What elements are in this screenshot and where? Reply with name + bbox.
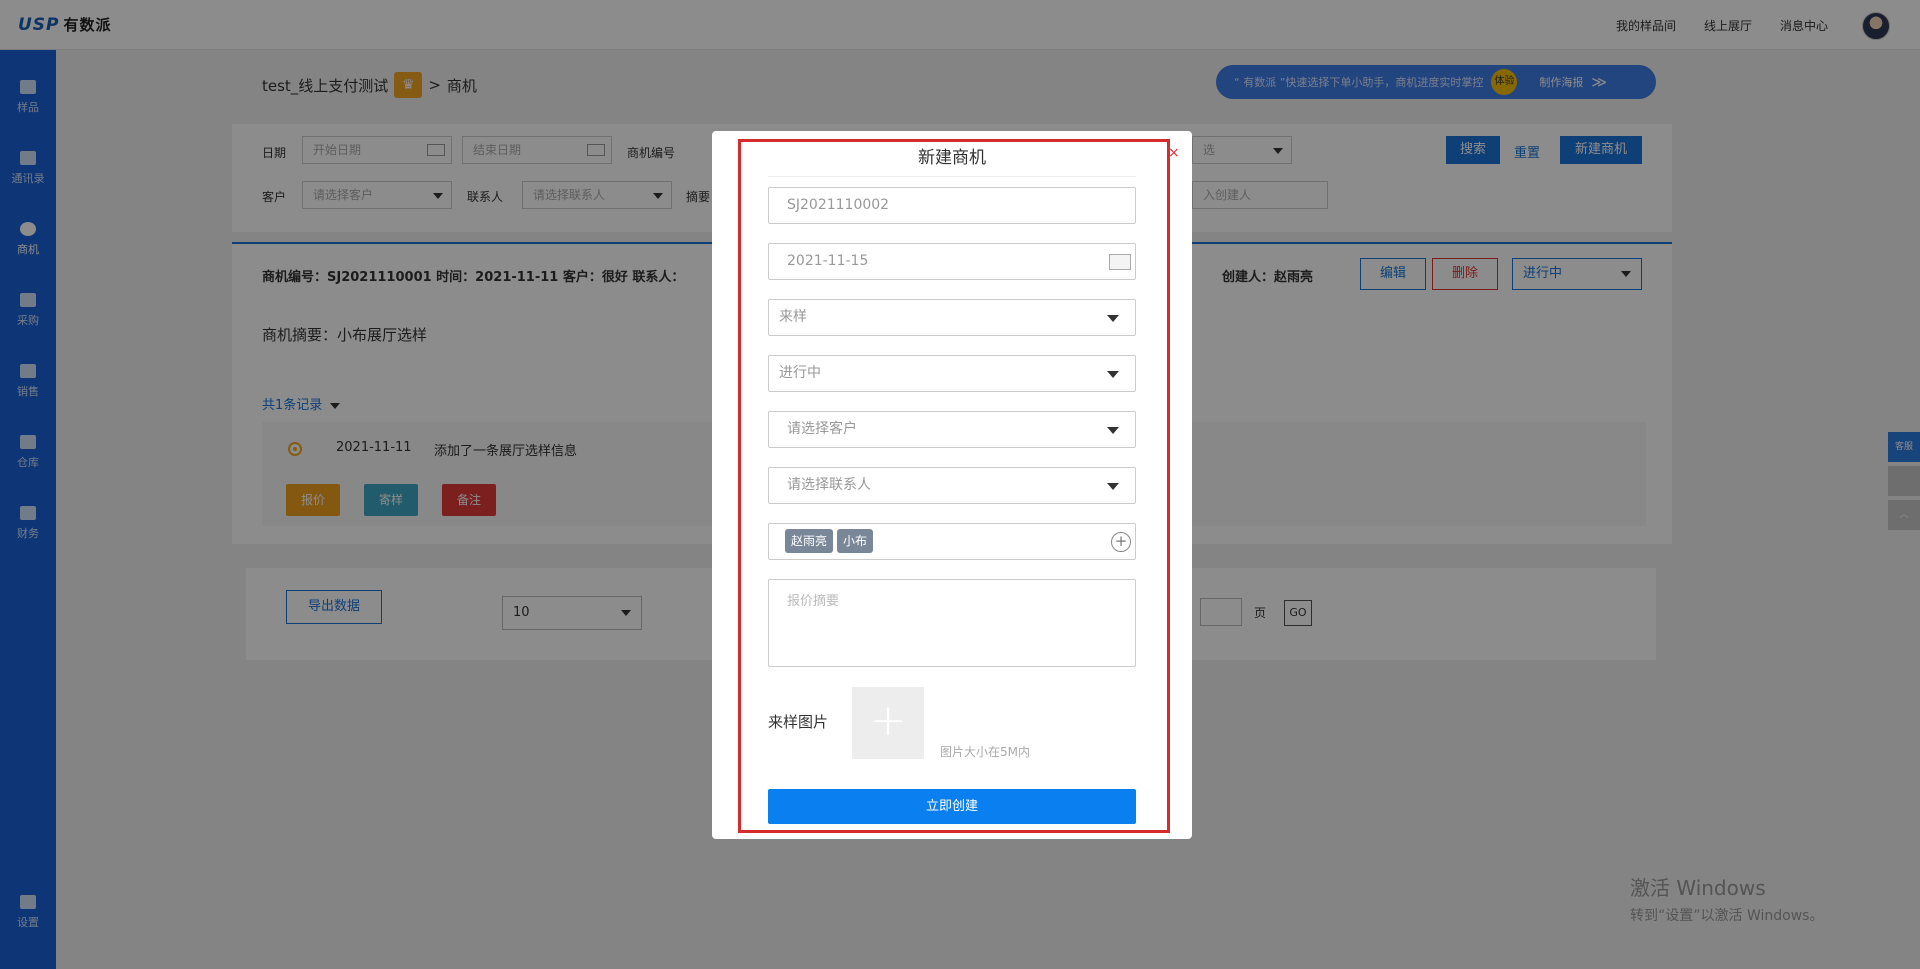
participant-tag[interactable]: 小布 [837, 529, 874, 553]
create-now-button[interactable]: 立即创建 [768, 789, 1136, 824]
quote-summary-placeholder: 报价摘要 [787, 594, 840, 609]
close-icon[interactable]: × [1168, 145, 1180, 161]
chevron-down-icon [1107, 427, 1119, 434]
participant-tag[interactable]: 赵雨亮 [785, 529, 834, 553]
create-opportunity-modal: 新建商机 × SJ2021110002 2021-11-15 来样 进行中 请选… [712, 131, 1192, 839]
status-select-modal[interactable]: 进行中 [768, 355, 1136, 392]
chevron-down-icon [1107, 371, 1119, 378]
image-size-hint: 图片大小在5M内 [940, 745, 1030, 759]
status-select-modal-value: 进行中 [779, 365, 821, 381]
chevron-down-icon [1107, 483, 1119, 490]
divider [768, 176, 1136, 177]
chevron-down-icon [1107, 315, 1119, 322]
contact-select-modal-placeholder: 请选择联系人 [787, 477, 871, 493]
customer-select-modal-placeholder: 请选择客户 [787, 421, 857, 437]
contact-select-modal[interactable]: 请选择联系人 [768, 467, 1136, 504]
modal-title: 新建商机 [918, 148, 986, 168]
add-circle-icon[interactable]: + [1111, 532, 1131, 552]
calendar-icon[interactable] [1109, 254, 1131, 270]
opportunity-code-field[interactable]: SJ2021110002 [768, 187, 1136, 224]
type-select-value: 来样 [779, 309, 807, 325]
sample-image-label: 来样图片 [768, 713, 829, 731]
customer-select-modal[interactable]: 请选择客户 [768, 411, 1136, 448]
date-value: 2021-11-15 [787, 253, 869, 269]
type-select[interactable]: 来样 [768, 299, 1136, 336]
date-field[interactable]: 2021-11-15 [768, 243, 1136, 280]
participants-field[interactable]: 赵雨亮 小布 + [768, 523, 1136, 560]
quote-summary-textarea[interactable]: 报价摘要 [768, 579, 1136, 667]
image-upload-button[interactable]: + [852, 687, 924, 759]
opportunity-code-value: SJ2021110002 [787, 197, 890, 213]
